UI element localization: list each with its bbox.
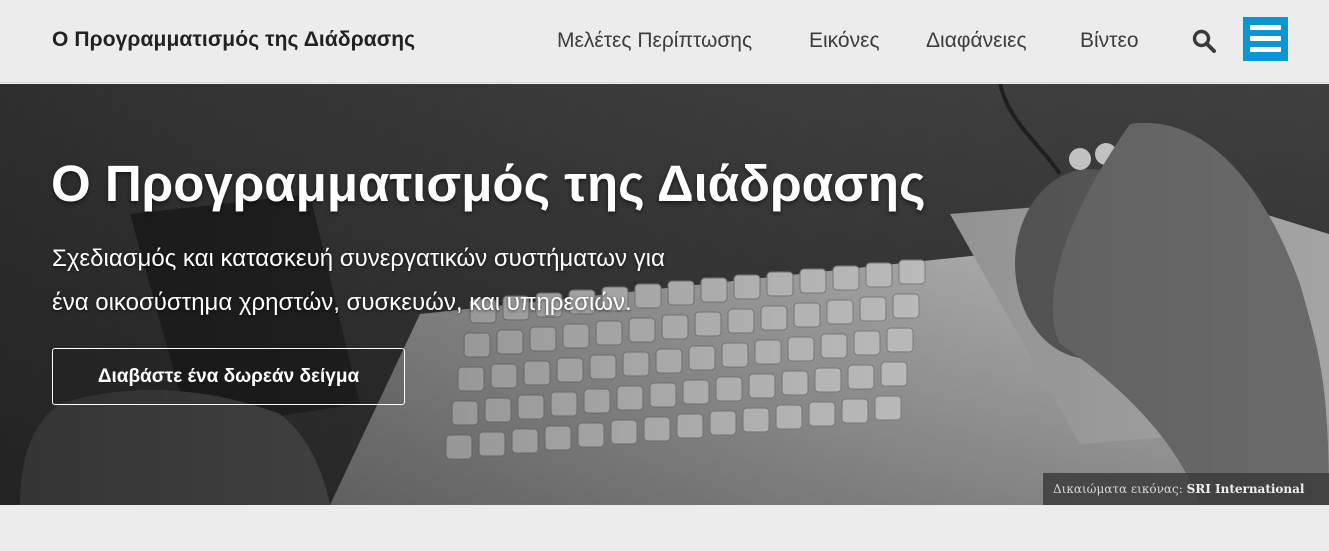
- hamburger-menu-icon: [1250, 25, 1281, 30]
- image-credit-prefix: Δικαιώματα εικόνας:: [1053, 482, 1183, 496]
- nav-slides[interactable]: Διαφάνειες: [926, 29, 1027, 53]
- nav-images[interactable]: Εικόνες: [809, 29, 880, 53]
- image-credit: Δικαιώματα εικόνας: SRI International: [1043, 473, 1329, 505]
- hamburger-menu-icon: [1250, 47, 1281, 52]
- image-credit-owner: SRI International: [1186, 482, 1305, 496]
- hero-subtitle-line-2: ένα οικοσύστημα χρηστών, συσκευών, και υ…: [52, 289, 632, 316]
- hero-subtitle: Σχεδιασμός και κατασκευή συνεργατικών συ…: [52, 237, 812, 325]
- main-nav: Μελέτες Περίπτωσης Εικόνες Διαφάνειες Βί…: [0, 29, 1329, 55]
- read-free-sample-button[interactable]: Διαβάστε ένα δωρεάν δείγμα: [52, 348, 405, 405]
- menu-button[interactable]: [1243, 17, 1288, 61]
- hero-subtitle-line-1: Σχεδιασμός και κατασκευή συνεργατικών συ…: [52, 245, 665, 272]
- hero-title: Ο Προγραμματισμός της Διάδρασης: [51, 155, 926, 212]
- site-header: Ο Προγραμματισμός της Διάδρασης Μελέτες …: [0, 0, 1329, 83]
- nav-case-studies[interactable]: Μελέτες Περίπτωσης: [557, 29, 752, 53]
- hero-banner: Ο Προγραμματισμός της Διάδρασης Σχεδιασμ…: [0, 84, 1329, 505]
- hamburger-menu-icon: [1250, 36, 1281, 41]
- search-icon: [1192, 29, 1216, 53]
- search-button[interactable]: [1191, 28, 1217, 54]
- nav-videos[interactable]: Βίντεο: [1080, 29, 1139, 53]
